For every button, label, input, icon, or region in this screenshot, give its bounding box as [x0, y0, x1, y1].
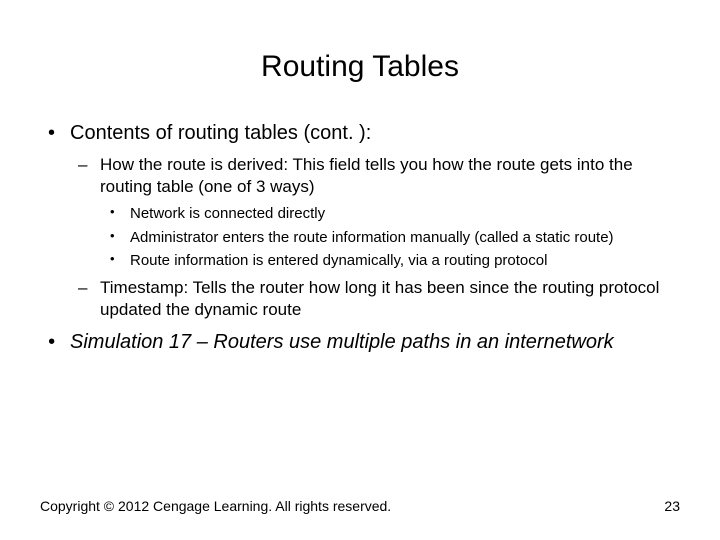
list-item: How the route is derived: This field tel…: [70, 154, 680, 271]
bullet-text: How the route is derived: This field tel…: [100, 155, 633, 196]
copyright-text: Copyright © 2012 Cengage Learning. All r…: [40, 498, 391, 514]
list-item: Contents of routing tables (cont. ): How…: [40, 120, 680, 321]
bullet-text: Timestamp: Tells the router how long it …: [100, 278, 659, 319]
list-item: Route information is entered dynamically…: [100, 251, 680, 271]
bullet-text: Contents of routing tables (cont. ):: [70, 122, 371, 144]
bullet-text: Administrator enters the route informati…: [130, 229, 614, 246]
page-number: 23: [664, 498, 680, 514]
bullet-list-level3: Network is connected directly Administra…: [100, 204, 680, 271]
slide: Routing Tables Contents of routing table…: [0, 0, 720, 540]
footer: Copyright © 2012 Cengage Learning. All r…: [40, 498, 680, 514]
slide-title: Routing Tables: [40, 50, 680, 84]
list-item: Administrator enters the route informati…: [100, 228, 680, 248]
list-item: Network is connected directly: [100, 204, 680, 224]
bullet-text: Simulation 17 – Routers use multiple pat…: [70, 331, 614, 353]
bullet-text: Route information is entered dynamically…: [130, 252, 547, 269]
list-item: Simulation 17 – Routers use multiple pat…: [40, 329, 680, 355]
bullet-text: Network is connected directly: [130, 205, 325, 222]
bullet-list-level1: Contents of routing tables (cont. ): How…: [40, 120, 680, 355]
list-item: Timestamp: Tells the router how long it …: [70, 277, 680, 321]
bullet-list-level2: How the route is derived: This field tel…: [70, 154, 680, 321]
